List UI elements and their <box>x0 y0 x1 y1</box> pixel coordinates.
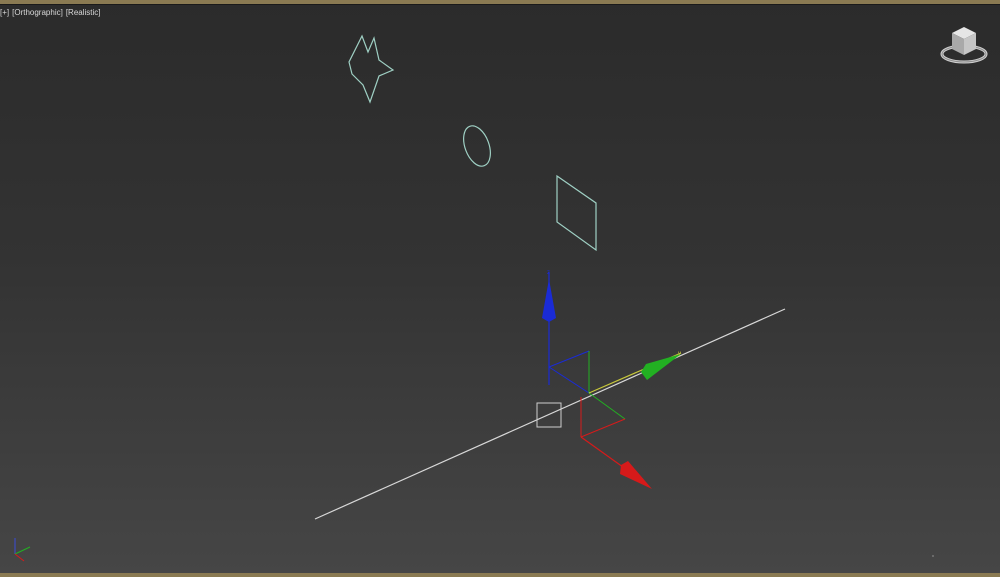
plane-handle-xy-green[interactable] <box>588 392 626 420</box>
star-shape[interactable] <box>348 34 395 104</box>
3d-viewport[interactable]: [+] [Orthographic] [Realistic] z y <box>0 0 1000 577</box>
move-gizmo[interactable]: z y <box>536 270 682 489</box>
rectangle-shape[interactable] <box>556 174 597 252</box>
z-axis-label: z <box>547 270 550 276</box>
line-shape[interactable] <box>314 308 786 520</box>
viewport-bottom-border <box>0 573 1000 577</box>
ellipse-shape[interactable] <box>459 122 496 170</box>
viewcube-icon[interactable] <box>938 24 990 68</box>
z-axis-arrow[interactable] <box>542 279 556 322</box>
plane-handle-xy-red[interactable] <box>580 418 626 438</box>
plane-handle-zy-top[interactable] <box>548 350 590 368</box>
axis-tripod-icon <box>14 538 31 562</box>
viewport-scene: z y <box>14 34 934 562</box>
viewport-dot <box>932 555 934 557</box>
y-axis-label: y <box>678 351 681 357</box>
y-axis-arrow[interactable] <box>641 354 681 380</box>
x-axis-arrow[interactable] <box>620 461 652 489</box>
plane-handle-zy-bottom[interactable] <box>548 366 590 394</box>
